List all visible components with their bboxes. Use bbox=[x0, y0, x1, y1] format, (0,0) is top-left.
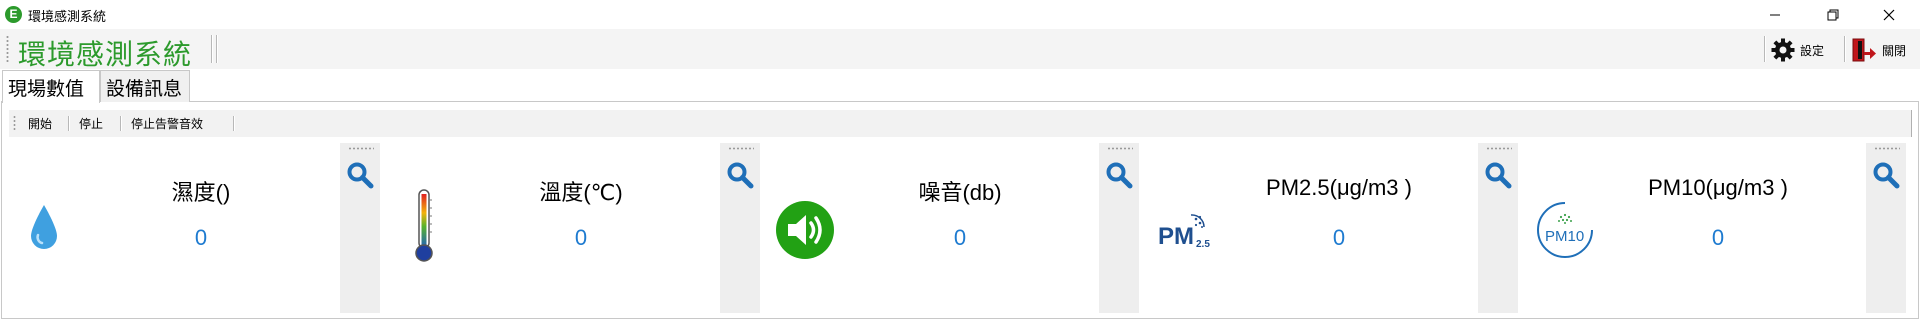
toolbar-separator bbox=[1844, 36, 1845, 62]
pm25-value: 0 bbox=[1332, 225, 1346, 250]
search-icon[interactable] bbox=[346, 161, 374, 189]
app-heading: 環境感測系統 bbox=[18, 38, 193, 71]
pm10-value: 0 bbox=[1711, 225, 1725, 250]
stop-button[interactable]: 停止 bbox=[79, 115, 103, 132]
toolbar-separator bbox=[216, 35, 217, 63]
search-icon[interactable] bbox=[1105, 161, 1133, 189]
noise-card: 噪音(db) 0 bbox=[773, 143, 1147, 313]
exit-button[interactable]: 關閉 bbox=[1850, 36, 1906, 64]
window-title: 環境感測系統 bbox=[28, 10, 107, 25]
humidity-side-panel bbox=[340, 143, 380, 313]
humidity-label: 濕度() bbox=[171, 180, 231, 205]
toolbar-separator bbox=[211, 35, 212, 63]
search-icon[interactable] bbox=[726, 161, 754, 189]
settings-button[interactable]: 設定 bbox=[1770, 36, 1824, 64]
temperature-card: 溫度(℃) 0 bbox=[394, 143, 768, 313]
panel-grip[interactable] bbox=[1107, 147, 1133, 150]
stop-alarm-button[interactable]: 停止告警音效 bbox=[131, 115, 203, 132]
pm25-label: PM2.5(μg/m3 ) bbox=[1266, 175, 1412, 200]
window-title-bar: E 環境感測系統 bbox=[0, 0, 1920, 29]
noise-label: 噪音(db) bbox=[918, 180, 1002, 205]
app-logo-icon: E bbox=[5, 6, 22, 23]
start-button[interactable]: 開始 bbox=[28, 115, 52, 132]
restore-button[interactable] bbox=[1810, 2, 1856, 28]
search-icon[interactable] bbox=[1484, 161, 1512, 189]
humidity-value: 0 bbox=[194, 225, 208, 250]
temperature-label: 溫度(℃) bbox=[539, 180, 623, 205]
sensor-cards: 濕度() 0 溫度(℃) 0 噪音(db) 0 PM 2.5 PM2.5(μg/… bbox=[0, 143, 1920, 313]
humidity-card: 濕度() 0 bbox=[14, 143, 388, 313]
gear-icon bbox=[1771, 38, 1795, 62]
control-separator bbox=[68, 116, 69, 131]
noise-value: 0 bbox=[953, 225, 967, 250]
settings-label: 設定 bbox=[1800, 43, 1825, 58]
control-strip: 開始 停止 停止告警音效 bbox=[9, 110, 1912, 137]
minimize-button[interactable] bbox=[1752, 2, 1798, 28]
temperature-side-panel bbox=[720, 143, 760, 313]
panel-grip[interactable] bbox=[728, 147, 754, 150]
tab-device-info[interactable]: 設備訊息 bbox=[100, 70, 190, 102]
exit-label: 關閉 bbox=[1882, 43, 1907, 58]
control-separator bbox=[120, 116, 121, 131]
pm10-card: PM10 PM10(μg/m3 ) 0 bbox=[1531, 143, 1905, 313]
tab-live-values[interactable]: 現場數值 bbox=[2, 70, 100, 103]
exit-door-icon bbox=[1852, 38, 1876, 62]
pm10-label: PM10(μg/m3 ) bbox=[1648, 175, 1788, 200]
panel-grip[interactable] bbox=[1486, 147, 1512, 150]
search-icon[interactable] bbox=[1872, 161, 1900, 189]
pm10-side-panel bbox=[1866, 143, 1906, 313]
panel-grip[interactable] bbox=[1874, 147, 1900, 150]
panel-grip[interactable] bbox=[348, 147, 374, 150]
minimize-icon bbox=[1770, 14, 1780, 16]
control-separator bbox=[233, 116, 234, 131]
toolbar-separator bbox=[1764, 36, 1765, 62]
restore-icon bbox=[1827, 9, 1839, 21]
pm25-card: PM 2.5 PM2.5(μg/m3 ) 0 bbox=[1152, 143, 1526, 313]
main-toolbar: 環境感測系統 設定 關閉 bbox=[0, 29, 1920, 71]
temperature-value: 0 bbox=[574, 225, 588, 250]
close-icon bbox=[1883, 9, 1895, 21]
pm25-side-panel bbox=[1478, 143, 1518, 313]
control-strip-grip[interactable] bbox=[13, 115, 16, 132]
toolbar-grip[interactable] bbox=[6, 35, 9, 63]
noise-side-panel bbox=[1099, 143, 1139, 313]
close-window-button[interactable] bbox=[1866, 2, 1912, 28]
